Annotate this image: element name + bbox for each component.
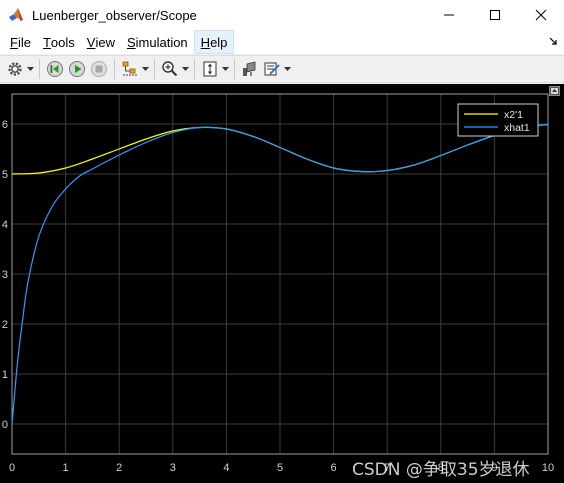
toolbar-separator — [234, 59, 235, 79]
highlight-button[interactable] — [239, 58, 261, 80]
settings-dropdown[interactable] — [26, 58, 35, 80]
y-tick-label: 4 — [2, 219, 8, 231]
style-dropdown[interactable] — [283, 58, 292, 80]
stop-button[interactable] — [88, 58, 110, 80]
chevron-down-icon — [142, 67, 149, 71]
y-tick-label: 6 — [2, 119, 8, 131]
settings-button[interactable] — [4, 58, 26, 80]
menu-file-mnemonic: F — [10, 34, 18, 50]
style-button[interactable] — [261, 58, 283, 80]
menu-help-mnemonic: H — [200, 34, 211, 50]
menu-file-label: ile — [17, 34, 31, 50]
menu-help[interactable]: Help — [193, 30, 235, 54]
toolbar-separator — [154, 59, 155, 79]
autoscale-dropdown[interactable] — [221, 58, 230, 80]
menu-tools-label: ools — [50, 34, 75, 50]
toolbar-separator — [39, 59, 40, 79]
close-button[interactable] — [518, 0, 564, 30]
menu-simulation[interactable]: Simulation — [121, 30, 194, 54]
x-tick-label: 3 — [170, 462, 176, 474]
menu-bar: File Tools View Simulation Help — [0, 30, 564, 54]
title-bar: Luenberger_observer/Scope — [0, 0, 564, 30]
matlab-icon — [9, 8, 23, 21]
signal-select-button[interactable] — [119, 58, 141, 80]
autoscale-icon — [203, 61, 217, 77]
x-tick-label: 2 — [116, 462, 122, 474]
undock-button[interactable] — [549, 86, 560, 96]
chevron-down-icon — [284, 67, 291, 71]
x-tick-label: 5 — [277, 462, 283, 474]
maximize-icon — [490, 10, 500, 20]
scope-plot[interactable]: 0 1 2 3 4 5 6 7 8 9 100123456x2'1xhat1 — [0, 84, 564, 483]
menu-file[interactable]: File — [4, 30, 37, 54]
window-title: Luenberger_observer/Scope — [32, 7, 197, 23]
autoscale-button[interactable] — [199, 58, 221, 80]
menu-view[interactable]: View — [81, 30, 121, 54]
toolbar-separator — [194, 59, 195, 79]
chevron-down-icon — [182, 67, 189, 71]
x-tick-label: 10 — [542, 462, 554, 474]
highlight-icon — [243, 61, 256, 76]
stop-icon — [91, 61, 107, 77]
gear-icon — [8, 62, 22, 76]
toolbar — [0, 55, 564, 83]
signal-select-icon — [122, 61, 137, 76]
y-tick-label: 2 — [2, 319, 8, 331]
y-tick-label: 1 — [2, 369, 8, 381]
menu-view-mnemonic: V — [86, 34, 96, 50]
x-tick-label: 6 — [331, 462, 337, 474]
step-back-icon — [47, 61, 63, 77]
y-tick-label: 3 — [2, 269, 8, 281]
legend-label: xhat1 — [504, 122, 530, 134]
chevron-down-icon — [222, 67, 229, 71]
menu-help-label: elp — [210, 34, 228, 50]
signal-select-dropdown[interactable] — [141, 58, 150, 80]
dock-arrow-icon[interactable] — [548, 36, 558, 46]
menu-tools[interactable]: Tools — [37, 30, 81, 54]
run-icon — [69, 61, 85, 77]
undock-icon — [550, 87, 559, 95]
menu-simulation-mnemonic: S — [126, 34, 136, 50]
menu-tools-mnemonic: T — [42, 34, 51, 50]
x-tick-label: 1 — [63, 462, 69, 474]
maximize-button[interactable] — [472, 0, 518, 30]
step-back-button[interactable] — [44, 58, 66, 80]
zoom-button[interactable] — [159, 58, 181, 80]
menu-view-label: iew — [95, 34, 115, 50]
close-icon — [535, 9, 547, 21]
y-tick-label: 0 — [2, 419, 8, 431]
chevron-down-icon — [27, 67, 34, 71]
menu-simulation-label: imulation — [135, 34, 188, 50]
zoom-dropdown[interactable] — [181, 58, 190, 80]
toolbar-separator — [114, 59, 115, 79]
run-button[interactable] — [66, 58, 88, 80]
x-tick-label: 0 — [9, 462, 15, 474]
style-icon — [264, 62, 280, 76]
x-tick-label: 4 — [223, 462, 229, 474]
y-tick-label: 5 — [2, 169, 8, 181]
minimize-icon — [444, 14, 454, 16]
zoom-in-icon — [162, 61, 178, 77]
minimize-button[interactable] — [426, 0, 472, 30]
watermark: CSDN @争取35岁退休 — [352, 460, 530, 480]
legend-label: x2'1 — [504, 109, 523, 121]
